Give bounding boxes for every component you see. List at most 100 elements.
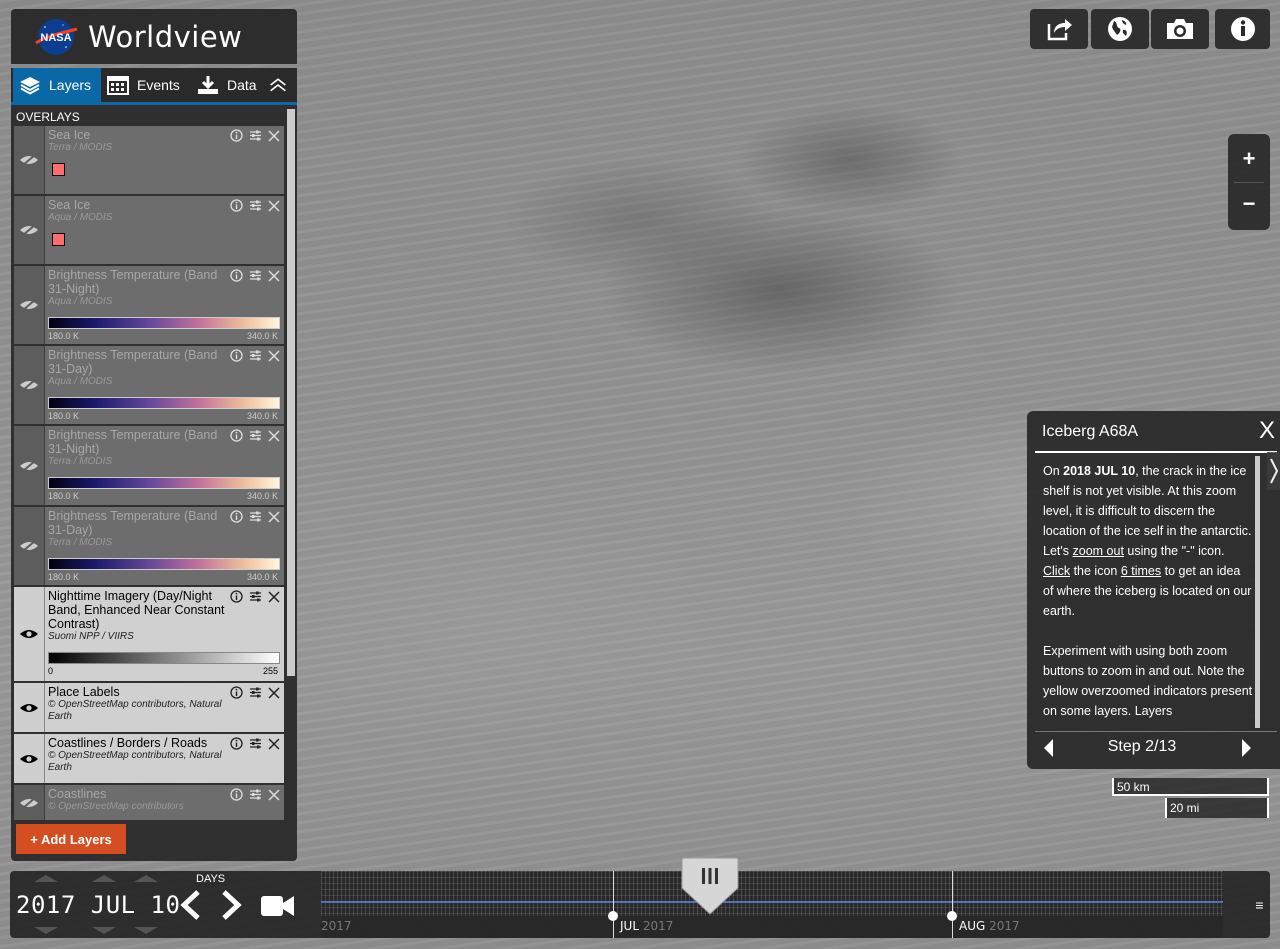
info-icon[interactable]	[230, 269, 243, 287]
hidden-eye-icon[interactable]	[14, 507, 45, 585]
settings-sliders-icon[interactable]	[249, 788, 262, 806]
info-icon[interactable]	[230, 788, 243, 806]
settings-sliders-icon[interactable]	[249, 737, 262, 755]
close-icon[interactable]	[268, 590, 280, 608]
hidden-eye-icon[interactable]	[14, 196, 45, 264]
layer-name: Brightness Temperature (Band 31-Night)	[48, 428, 218, 456]
app-title: Worldview	[88, 20, 243, 54]
hidden-eye-icon[interactable]	[14, 126, 45, 194]
layer-row[interactable]: Brightness Temperature (Band 31-Day) Terr…	[14, 507, 284, 585]
layer-row[interactable]: Place Labels © OpenStreetMap contributors…	[14, 683, 284, 732]
settings-sliders-icon[interactable]	[249, 590, 262, 608]
info-icon[interactable]	[230, 686, 243, 704]
layers-list: OVERLAYS Sea Ice Terra / MODIS Sea Ice Aqu…	[11, 105, 297, 861]
layer-source: Terra / MODIS	[48, 456, 113, 467]
layer-row[interactable]: Coastlines / Borders / Roads © OpenStreet…	[14, 734, 284, 783]
month-increment-icon[interactable]	[92, 875, 116, 882]
settings-sliders-icon[interactable]	[249, 199, 262, 217]
day-increment-icon[interactable]	[134, 875, 158, 882]
layer-row[interactable]: Brightness Temperature (Band 31-Day) Aqua…	[14, 346, 284, 424]
tour-expand-button[interactable]	[1267, 452, 1280, 490]
info-icon[interactable]	[230, 737, 243, 755]
eye-icon[interactable]	[14, 587, 45, 681]
tour-link-zoom-out[interactable]: zoom out	[1073, 544, 1124, 558]
tab-events[interactable]: Events	[107, 68, 180, 102]
layer-row[interactable]: Coastlines © OpenStreetMap contributors	[14, 785, 284, 820]
day-decrement-icon[interactable]	[134, 927, 158, 934]
interval-label[interactable]: DAYS	[196, 873, 225, 885]
year-decrement-icon[interactable]	[34, 927, 58, 934]
settings-sliders-icon[interactable]	[249, 269, 262, 287]
close-icon[interactable]	[268, 199, 280, 217]
zoom-in-button[interactable]: +	[1228, 137, 1270, 181]
projection-button[interactable]	[1091, 9, 1149, 49]
snapshot-button[interactable]	[1151, 9, 1209, 49]
eye-icon[interactable]	[14, 734, 45, 783]
overlays-heading: OVERLAYS	[16, 110, 80, 124]
close-icon[interactable]	[268, 349, 280, 367]
layer-source: Aqua / MODIS	[48, 212, 113, 223]
zoom-out-button[interactable]: −	[1228, 182, 1270, 226]
chevron-right-icon	[1242, 739, 1251, 757]
month-decrement-icon[interactable]	[92, 927, 116, 934]
settings-sliders-icon[interactable]	[249, 129, 262, 147]
info-icon[interactable]	[230, 349, 243, 367]
layer-row[interactable]: Sea Ice Terra / MODIS	[14, 126, 284, 194]
add-layers-button[interactable]: + Add Layers	[16, 824, 126, 854]
hidden-eye-icon[interactable]	[14, 785, 45, 820]
settings-sliders-icon[interactable]	[249, 429, 262, 447]
date-forward-button[interactable]	[220, 889, 246, 926]
timeline-menu-button[interactable]: ≡	[1249, 871, 1270, 938]
timeline-month-dot	[947, 911, 957, 921]
tab-data[interactable]: Data	[197, 68, 257, 102]
close-icon[interactable]	[268, 510, 280, 528]
settings-sliders-icon[interactable]	[249, 510, 262, 528]
close-icon[interactable]	[268, 269, 280, 287]
tour-scrollbar[interactable]	[1255, 456, 1260, 728]
close-icon[interactable]	[268, 129, 280, 147]
settings-sliders-icon[interactable]	[249, 686, 262, 704]
collapse-sidebar-button[interactable]	[269, 68, 295, 102]
hidden-eye-icon[interactable]	[14, 346, 45, 424]
layer-row[interactable]: Brightness Temperature (Band 31-Night) Aq…	[14, 266, 284, 344]
layer-row[interactable]: Nighttime Imagery (Day/Night Band, Enhan…	[14, 587, 284, 681]
close-icon[interactable]	[268, 788, 280, 806]
info-icon[interactable]	[230, 510, 243, 528]
tour-link-click[interactable]: Click	[1043, 564, 1070, 578]
colorbar-min: 180.0 K	[48, 572, 80, 582]
layer-name: Sea Ice	[48, 198, 91, 212]
tab-layers-label: Layers	[49, 77, 92, 93]
tour-text: the icon	[1070, 564, 1121, 578]
layer-row[interactable]: Brightness Temperature (Band 31-Night) Te…	[14, 426, 284, 505]
close-icon[interactable]	[268, 737, 280, 755]
animation-button[interactable]	[260, 893, 296, 924]
layers-scrollbar[interactable]	[287, 109, 295, 676]
tour-link-6-times[interactable]: 6 times	[1121, 564, 1161, 578]
hidden-eye-icon[interactable]	[14, 266, 45, 344]
timeline-drag-handle[interactable]	[680, 856, 740, 916]
layer-row[interactable]: Sea Ice Aqua / MODIS	[14, 196, 284, 264]
hidden-eye-icon[interactable]	[14, 426, 45, 505]
close-icon[interactable]	[268, 686, 280, 704]
year-increment-icon[interactable]	[34, 875, 58, 882]
eye-icon[interactable]	[14, 683, 45, 732]
tour-prev-button[interactable]	[1042, 738, 1054, 763]
share-button[interactable]	[1030, 9, 1088, 49]
tour-close-button[interactable]: X	[1259, 419, 1275, 443]
globe-icon	[1108, 17, 1132, 41]
date-back-button[interactable]	[176, 889, 202, 926]
info-icon[interactable]	[230, 429, 243, 447]
layers-icon	[20, 77, 40, 95]
settings-sliders-icon[interactable]	[249, 349, 262, 367]
close-icon[interactable]	[268, 429, 280, 447]
date-display[interactable]: 2017 JUL 10	[16, 891, 180, 919]
scale-bar-km: 50 km	[1112, 778, 1269, 796]
timeline-axis[interactable]: 2017 JUL 2017 AUG 2017	[321, 871, 1223, 938]
tab-layers[interactable]: Layers	[13, 68, 101, 102]
info-icon[interactable]	[230, 129, 243, 147]
tour-next-button[interactable]	[1241, 738, 1253, 763]
layer-source: Terra / MODIS	[48, 142, 113, 153]
info-icon[interactable]	[230, 590, 243, 608]
info-icon[interactable]	[230, 199, 243, 217]
info-button[interactable]	[1215, 9, 1270, 49]
